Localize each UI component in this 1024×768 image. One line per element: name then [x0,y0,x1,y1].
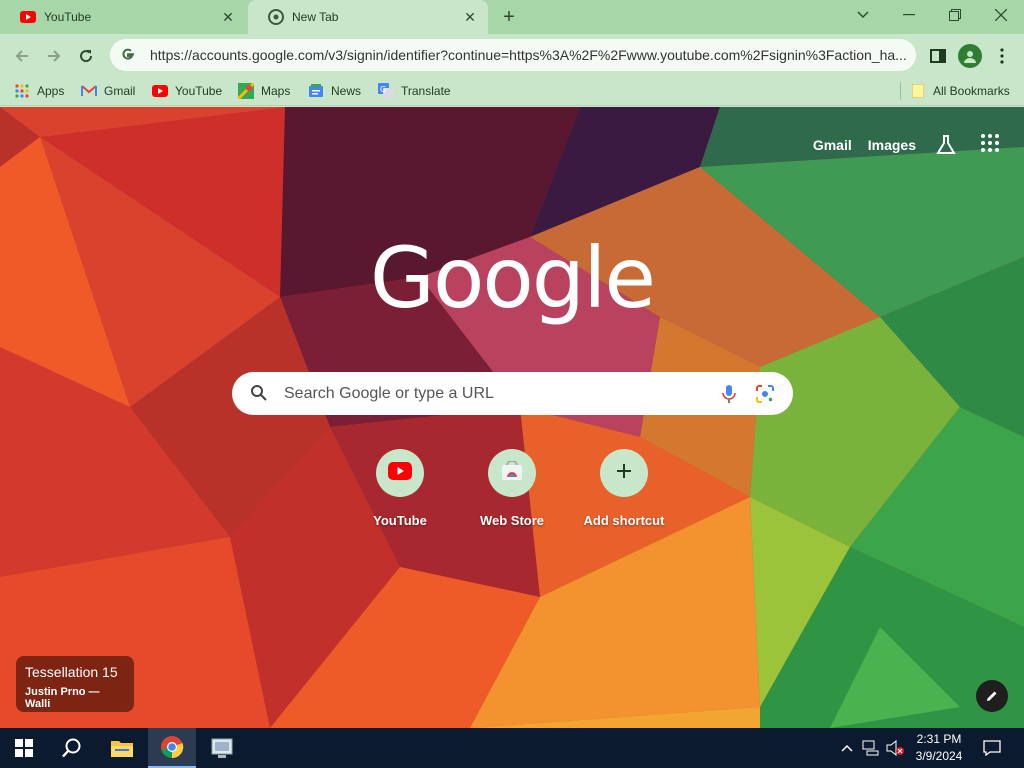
address-bar[interactable]: https://accounts.google.com/v3/signin/id… [110,39,916,71]
translate-icon: G [378,83,394,99]
tab-strip: YouTube ✕ New Tab ✕ + [0,0,1024,34]
shortcut-youtube[interactable]: YouTube [344,449,456,528]
shortcut-label: Add shortcut [583,513,665,528]
new-tab-page: Gmail Images Google Search Google or typ… [0,107,1024,728]
images-link[interactable]: Images [868,137,916,153]
shortcut-label: Web Store [479,513,545,528]
customize-pencil-icon[interactable] [976,680,1008,712]
all-bookmarks-label: All Bookmarks [933,84,1010,98]
google-apps-icon[interactable] [980,133,1004,157]
close-icon[interactable]: ✕ [462,9,478,25]
bookmark-news[interactable]: News [308,82,361,100]
background-attribution[interactable]: Tessellation 15 Justin Prno — Walli [16,656,134,712]
app-icon[interactable] [198,728,246,768]
top-links: Gmail Images [797,133,1004,157]
bookmark-youtube[interactable]: YouTube [152,82,222,100]
bookmark-label: Translate [401,84,451,98]
bookmark-label: YouTube [175,84,223,98]
profile-avatar[interactable] [958,44,982,68]
bookmarks-bar: Apps Gmail YouTube Maps News G Translate [0,76,1024,106]
search-icon [250,384,270,404]
url-text: https://accounts.google.com/v3/signin/id… [150,47,907,63]
chrome-icon[interactable] [148,728,196,768]
bookmark-label: Gmail [104,84,136,98]
voice-search-icon[interactable] [719,384,739,404]
google-logo: Google [369,229,656,327]
youtube-icon [152,83,168,99]
youtube-icon [388,461,412,485]
news-icon [308,83,324,99]
folder-icon [910,83,926,99]
shortcut-tile [600,449,648,497]
web-store-icon [501,459,523,486]
chevron-up-icon[interactable] [838,728,856,768]
search-placeholder: Search Google or type a URL [284,384,494,402]
plus-icon [616,463,632,484]
gmail-icon [81,83,97,99]
notifications-icon[interactable] [978,728,1006,768]
close-icon[interactable]: ✕ [220,9,236,25]
restore-icon[interactable] [932,0,978,30]
all-bookmarks[interactable]: All Bookmarks [910,82,1010,100]
search-box[interactable]: Search Google or type a URL [232,372,793,415]
search-icon[interactable] [48,728,96,768]
reload-icon[interactable] [72,42,100,70]
forward-icon[interactable] [40,42,68,70]
google-g-icon [120,46,138,64]
file-explorer-icon[interactable] [98,728,146,768]
svg-text:G: G [380,85,386,94]
gmail-link[interactable]: Gmail [813,137,852,153]
shortcut-tile [376,449,424,497]
shortcut-web-store[interactable]: Web Store [456,449,568,528]
chrome-icon [268,9,284,25]
maps-icon [238,83,254,99]
minimize-icon[interactable] [886,0,932,30]
attribution-title: Tessellation 15 [25,664,118,680]
tab-title: New Tab [292,10,339,24]
tab-search-icon[interactable] [840,0,886,30]
clock-date: 3/9/2024 [915,749,963,763]
clock-time: 2:31 PM [916,732,962,746]
shortcut-tile [488,449,536,497]
shortcut-label: YouTube [373,513,427,528]
apps-grid-icon [14,83,30,99]
bookmark-label: Maps [261,84,291,98]
volume-muted-icon[interactable] [884,728,906,768]
windows-start-icon[interactable] [0,728,48,768]
bookmark-translate[interactable]: G Translate [378,82,451,100]
attribution-author: Justin Prno — Walli [25,686,100,710]
tab-youtube[interactable]: YouTube ✕ [0,0,246,34]
bookmark-apps[interactable]: Apps [14,82,64,100]
back-icon[interactable] [8,42,36,70]
system-clock[interactable]: 2:31 PM 3/9/2024 [906,731,972,765]
tab-title: YouTube [44,10,92,24]
close-window-icon[interactable] [978,0,1024,30]
bookmark-label: News [331,84,362,98]
bookmark-maps[interactable]: Maps [238,82,290,100]
bookmark-gmail[interactable]: Gmail [81,82,135,100]
bookmarks-divider [900,82,901,100]
network-icon[interactable] [860,728,882,768]
bookmark-label: Apps [37,84,65,98]
tab-new-tab[interactable]: New Tab ✕ [248,0,488,34]
labs-flask-icon[interactable] [934,133,958,157]
kebab-menu-icon[interactable] [988,42,1016,70]
browser-toolbar: https://accounts.google.com/v3/signin/id… [0,34,1024,76]
taskbar: 2:31 PM 3/9/2024 [0,728,1024,768]
new-tab-button[interactable]: + [497,5,521,29]
youtube-icon [20,9,36,25]
wallpaper-background [0,107,1024,728]
google-lens-icon[interactable] [755,384,775,404]
shortcut-add[interactable]: Add shortcut [568,449,680,528]
side-panel-icon[interactable] [924,42,952,70]
